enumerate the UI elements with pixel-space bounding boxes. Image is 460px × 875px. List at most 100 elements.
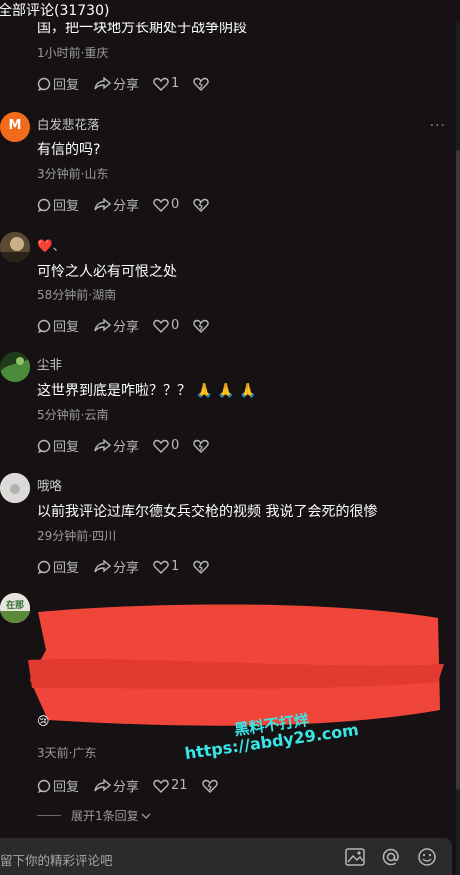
- reply-bubble-icon: [37, 439, 51, 453]
- share-label: 分享: [113, 78, 140, 93]
- share-button[interactable]: 分享: [93, 74, 139, 93]
- reply-label: 回复: [53, 440, 80, 455]
- comment-text: 有信的吗?: [37, 142, 101, 158]
- dislike-button[interactable]: [193, 198, 211, 212]
- expand-label: 展开1条回复: [71, 809, 139, 823]
- comment-meta: 3分钟前·山东: [37, 167, 109, 181]
- share-button[interactable]: 分享: [93, 316, 139, 335]
- scrollbar-thumb[interactable]: [456, 150, 460, 790]
- share-arrow-icon: [94, 76, 112, 89]
- like-count: 0: [171, 438, 180, 453]
- share-button[interactable]: 分享: [93, 195, 139, 214]
- reply-label: 回复: [53, 78, 80, 93]
- dislike-button[interactable]: [201, 779, 220, 793]
- comments-header: 全部评论(31730): [0, 0, 460, 22]
- avatar-photo-icon: [0, 473, 30, 503]
- like-button[interactable]: 1: [153, 76, 179, 91]
- avatar-text: 在那: [6, 599, 24, 611]
- comment-meta: 29分钟前·四川: [37, 529, 117, 543]
- broken-heart-icon: [193, 560, 210, 574]
- expand-replies-button[interactable]: 展开1条回复: [37, 807, 151, 824]
- like-count: 1: [171, 76, 180, 91]
- share-arrow-icon: [94, 559, 112, 572]
- comment-actions: 回复 分享 0: [37, 316, 225, 335]
- heart-icon: [153, 779, 169, 793]
- like-button[interactable]: 1: [153, 559, 179, 574]
- heart-icon: [153, 439, 169, 453]
- share-arrow-icon: [94, 197, 112, 210]
- divider: [37, 815, 61, 816]
- share-button[interactable]: 分享: [93, 557, 139, 576]
- share-button[interactable]: 分享: [93, 776, 139, 795]
- heart-icon: [153, 319, 169, 333]
- dislike-button[interactable]: [193, 319, 211, 333]
- comment-meta: 3天前·广东: [37, 746, 97, 760]
- reply-button[interactable]: 回复: [37, 557, 79, 576]
- reply-button[interactable]: 回复: [37, 436, 79, 455]
- comment-actions: 回复 分享 0: [37, 195, 225, 214]
- comment-text: 这世界到底是咋啦？？？ 🙏 🙏 🙏: [37, 383, 257, 399]
- like-count: 21: [171, 778, 188, 793]
- avatar-photo-icon: 在那: [0, 593, 30, 623]
- avatar-photo-icon: [0, 352, 30, 382]
- comment-author[interactable]: 白发悲花落: [37, 114, 100, 133]
- share-label: 分享: [113, 440, 140, 455]
- avatar[interactable]: [0, 352, 30, 382]
- like-button[interactable]: 0: [153, 438, 179, 453]
- comment-actions: 回复 分享 21: [37, 776, 234, 795]
- comments-title: 全部评论(31730): [0, 3, 110, 19]
- comment-input-placeholder[interactable]: 留下你的精彩评论吧: [0, 850, 113, 869]
- more-options-icon[interactable]: ···: [430, 118, 446, 134]
- share-label: 分享: [113, 199, 140, 214]
- share-button[interactable]: 分享: [93, 436, 139, 455]
- dislike-button[interactable]: [193, 439, 211, 453]
- emoji-icon[interactable]: [416, 847, 438, 867]
- reply-label: 回复: [53, 199, 80, 214]
- share-label: 分享: [113, 561, 140, 576]
- share-label: 分享: [113, 320, 140, 335]
- comment-actions: 回复 分享 1: [37, 74, 225, 93]
- comment-input-bar[interactable]: 留下你的精彩评论吧: [0, 838, 452, 875]
- comment-author[interactable]: 哦咯: [37, 475, 62, 494]
- comment-text: 可怜之人必有可恨之处: [37, 264, 177, 280]
- image-icon[interactable]: [344, 847, 366, 867]
- like-count: 0: [171, 318, 180, 333]
- comment-author[interactable]: ❤️、: [37, 235, 65, 254]
- share-arrow-icon: [94, 318, 112, 331]
- avatar-photo-icon: [0, 232, 30, 262]
- reply-button[interactable]: 回复: [37, 74, 79, 93]
- avatar[interactable]: [0, 473, 30, 503]
- avatar[interactable]: [0, 232, 30, 262]
- like-button[interactable]: 0: [153, 318, 179, 333]
- comment-meta: 5分钟前·云南: [37, 408, 109, 422]
- reply-button[interactable]: 回复: [37, 316, 79, 335]
- like-count: 0: [171, 197, 180, 212]
- reply-label: 回复: [53, 780, 80, 795]
- reply-label: 回复: [53, 320, 80, 335]
- avatar[interactable]: M: [0, 112, 30, 142]
- broken-heart-icon: [193, 319, 210, 333]
- reply-button[interactable]: 回复: [37, 195, 79, 214]
- like-button[interactable]: 21: [153, 778, 188, 793]
- like-button[interactable]: 0: [153, 197, 179, 212]
- reply-button[interactable]: 回复: [37, 776, 79, 795]
- mention-icon[interactable]: [380, 847, 402, 867]
- comment-meta: 58分钟前·湖南: [37, 288, 117, 302]
- svg-text:M: M: [9, 118, 22, 133]
- comment-author[interactable]: 尘非: [37, 354, 62, 373]
- broken-heart-icon: [193, 77, 210, 91]
- reply-bubble-icon: [37, 319, 51, 333]
- share-arrow-icon: [94, 438, 112, 451]
- broken-heart-icon: [201, 779, 218, 793]
- avatar[interactable]: 在那: [0, 593, 30, 623]
- dislike-button[interactable]: [193, 77, 211, 91]
- heart-icon: [153, 77, 169, 91]
- share-label: 分享: [113, 780, 140, 795]
- comment-actions: 回复 分享 0: [37, 436, 225, 455]
- comment-meta: 1小时前·重庆: [37, 46, 109, 60]
- broken-heart-icon: [193, 439, 210, 453]
- reply-bubble-icon: [37, 77, 51, 91]
- scrollbar[interactable]: [456, 0, 460, 875]
- dislike-button[interactable]: [193, 560, 211, 574]
- reply-bubble-icon: [37, 779, 51, 793]
